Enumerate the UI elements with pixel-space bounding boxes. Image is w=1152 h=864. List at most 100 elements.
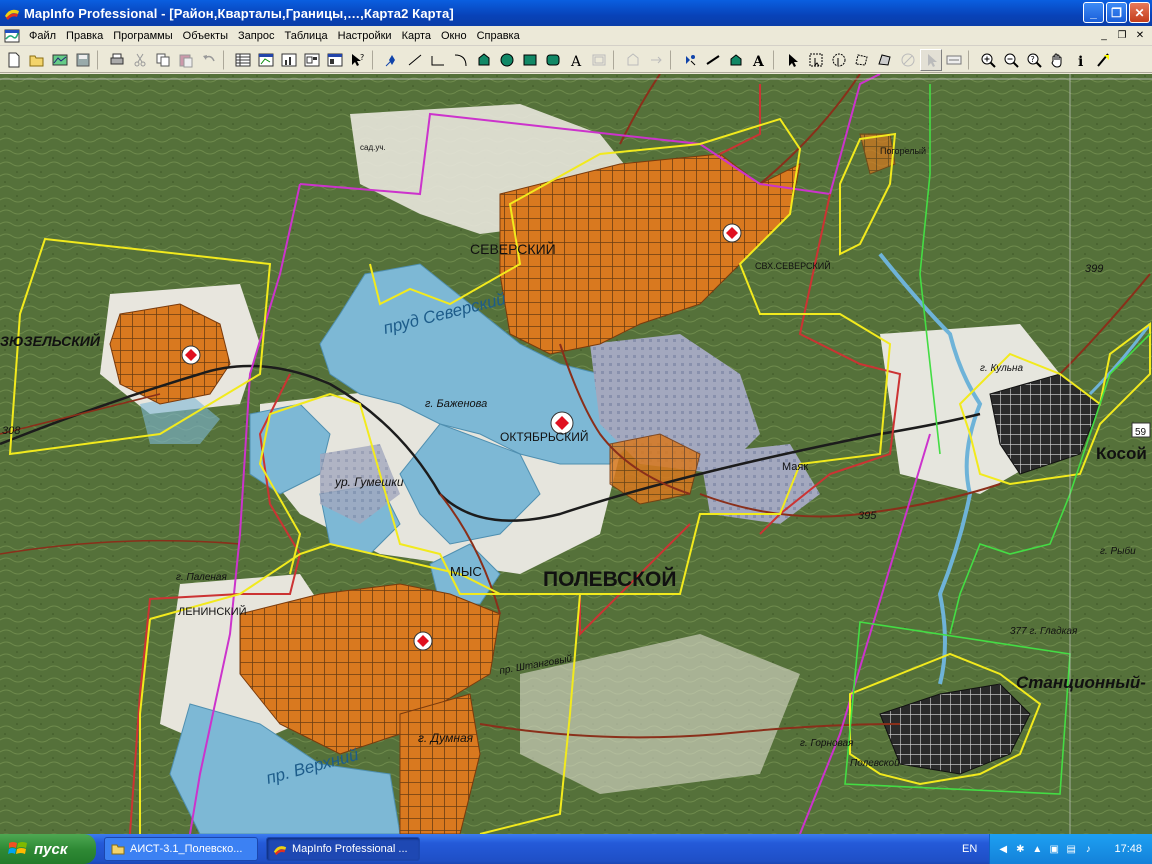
new-grapher-icon[interactable] bbox=[278, 49, 300, 71]
safely-remove-icon[interactable]: ▤ bbox=[1064, 842, 1078, 856]
menu-file[interactable]: Файл bbox=[24, 26, 61, 46]
menu-table[interactable]: Таблица bbox=[279, 26, 332, 46]
boundary-select-icon[interactable] bbox=[874, 49, 896, 71]
symbol-style-icon[interactable] bbox=[679, 49, 701, 71]
info-icon[interactable]: i bbox=[1069, 49, 1091, 71]
svg-text:i: i bbox=[1078, 54, 1083, 68]
svg-text:A: A bbox=[752, 54, 765, 68]
settlement-marker-severskiy[interactable] bbox=[722, 223, 742, 243]
label-sad: сад.уч. bbox=[360, 143, 386, 152]
menu-window[interactable]: Окно bbox=[436, 26, 472, 46]
rounded-rectangle-icon[interactable] bbox=[542, 49, 564, 71]
radius-select-icon[interactable] bbox=[828, 49, 850, 71]
open-icon[interactable] bbox=[26, 49, 48, 71]
taskbar-item-aist[interactable]: АИСТ-3.1_Полевско... bbox=[104, 837, 258, 861]
menu-query[interactable]: Запрос bbox=[233, 26, 279, 46]
toolbar-separator bbox=[372, 49, 378, 70]
mapinfo-app-icon[interactable] bbox=[4, 5, 20, 21]
topographic-map[interactable]: СЕВЕРСКИЙ СВХ.СЕВЕРСКИЙ ЗЮЗЕЛЬСКИЙ пруд … bbox=[0, 74, 1152, 834]
bluetooth-icon[interactable]: ✱ bbox=[1013, 842, 1027, 856]
mdi-minimize-button[interactable]: _ bbox=[1096, 28, 1112, 42]
settlement-marker-polevskoy[interactable] bbox=[413, 631, 433, 651]
symbol-icon[interactable] bbox=[381, 49, 403, 71]
menu-options[interactable]: Настройки bbox=[333, 26, 397, 46]
map-window[interactable]: СЕВЕРСКИЙ СВХ.СЕВЕРСКИЙ ЗЮЗЕЛЬСКИЙ пруд … bbox=[0, 74, 1152, 834]
label-palenaya: г. Паленая bbox=[176, 572, 227, 583]
region-style-icon[interactable] bbox=[725, 49, 747, 71]
add-node-icon[interactable] bbox=[645, 49, 667, 71]
select-icon[interactable] bbox=[782, 49, 804, 71]
reshape-icon[interactable] bbox=[622, 49, 644, 71]
ellipse-icon[interactable] bbox=[496, 49, 518, 71]
text-icon[interactable]: A bbox=[565, 49, 587, 71]
mdi-close-button[interactable]: ✕ bbox=[1132, 28, 1148, 42]
system-tray: EN ◀ ✱ ▲ ▣ ▤ ♪ 17:48 bbox=[956, 834, 1152, 864]
label-mayak: Маяк bbox=[782, 461, 808, 473]
copy-icon[interactable] bbox=[152, 49, 174, 71]
windows-flag-icon bbox=[8, 842, 27, 854]
label-severskiy: СЕВЕРСКИЙ bbox=[470, 240, 556, 257]
label-dumnaya: г. Думная bbox=[418, 731, 474, 745]
settlement-marker-zyuzelskiy[interactable] bbox=[181, 345, 201, 365]
new-layout-icon[interactable] bbox=[301, 49, 323, 71]
help-pointer-icon[interactable]: ? bbox=[347, 49, 369, 71]
title-bar: MapInfo Professional - [Район,Кварталы,Г… bbox=[0, 0, 1152, 26]
zoom-in-icon[interactable] bbox=[977, 49, 999, 71]
open-workspace-icon[interactable] bbox=[49, 49, 71, 71]
polygon-select-icon[interactable] bbox=[851, 49, 873, 71]
ruler-icon[interactable] bbox=[1092, 49, 1114, 71]
folder-icon bbox=[111, 844, 125, 855]
task-label: АИСТ-3.1_Полевско... bbox=[130, 843, 243, 855]
text-style-icon[interactable]: A bbox=[748, 49, 770, 71]
new-redistrict-icon[interactable] bbox=[324, 49, 346, 71]
label-rybnikovaya: г. Рыби bbox=[1100, 545, 1136, 557]
grabber-icon[interactable] bbox=[1046, 49, 1068, 71]
undo-icon[interactable] bbox=[198, 49, 220, 71]
line-icon[interactable] bbox=[404, 49, 426, 71]
paste-icon[interactable] bbox=[175, 49, 197, 71]
label-elev308: 308 bbox=[2, 425, 21, 437]
clock[interactable]: 17:48 bbox=[1114, 843, 1142, 855]
network-icon[interactable]: ▣ bbox=[1047, 842, 1061, 856]
start-button[interactable]: пуск bbox=[0, 834, 96, 864]
map-document-icon[interactable] bbox=[4, 29, 20, 43]
new-mapper-icon[interactable] bbox=[255, 49, 277, 71]
marquee-select-icon[interactable] bbox=[805, 49, 827, 71]
line-style-icon[interactable] bbox=[702, 49, 724, 71]
menu-objects[interactable]: Объекты bbox=[178, 26, 233, 46]
rectangle-icon[interactable] bbox=[519, 49, 541, 71]
menu-programs[interactable]: Программы bbox=[108, 26, 177, 46]
new-icon[interactable] bbox=[3, 49, 25, 71]
label-polevskoy-station: Полевской bbox=[850, 758, 900, 769]
volume-icon[interactable]: ♪ bbox=[1081, 842, 1095, 856]
save-icon[interactable] bbox=[72, 49, 94, 71]
zoom-out-icon[interactable] bbox=[1000, 49, 1022, 71]
unselect-all-icon[interactable] bbox=[897, 49, 919, 71]
label-svkh-severskiy: СВХ.СЕВЕРСКИЙ bbox=[755, 260, 831, 271]
polyline-icon[interactable] bbox=[427, 49, 449, 71]
svg-text:A: A bbox=[570, 54, 582, 68]
label-stantsionnyy: Станционный- bbox=[1016, 673, 1146, 692]
print-icon[interactable] bbox=[106, 49, 128, 71]
label-icon[interactable] bbox=[943, 49, 965, 71]
menu-map[interactable]: Карта bbox=[397, 26, 436, 46]
tray-arrow-icon[interactable]: ◀ bbox=[996, 842, 1010, 856]
close-button[interactable]: ✕ bbox=[1129, 2, 1150, 23]
minimize-button[interactable]: _ bbox=[1083, 2, 1104, 23]
frame-icon[interactable] bbox=[588, 49, 610, 71]
toolbar-separator bbox=[97, 49, 103, 70]
taskbar-item-mapinfo[interactable]: MapInfo Professional ... bbox=[266, 837, 420, 861]
restore-button[interactable]: ❐ bbox=[1106, 2, 1127, 23]
mdi-restore-button[interactable]: ❐ bbox=[1114, 28, 1130, 42]
label-gornovaya: г. Горновая bbox=[800, 738, 854, 749]
new-browser-icon[interactable] bbox=[232, 49, 254, 71]
menu-help[interactable]: Справка bbox=[472, 26, 525, 46]
menu-edit[interactable]: Правка bbox=[61, 26, 108, 46]
ati-icon[interactable]: ▲ bbox=[1030, 842, 1044, 856]
change-view-icon[interactable]: ? bbox=[1023, 49, 1045, 71]
arc-icon[interactable] bbox=[450, 49, 472, 71]
language-indicator[interactable]: EN bbox=[962, 843, 977, 855]
cut-icon[interactable] bbox=[129, 49, 151, 71]
polygon-icon[interactable] bbox=[473, 49, 495, 71]
graph-select-icon[interactable] bbox=[920, 48, 942, 71]
